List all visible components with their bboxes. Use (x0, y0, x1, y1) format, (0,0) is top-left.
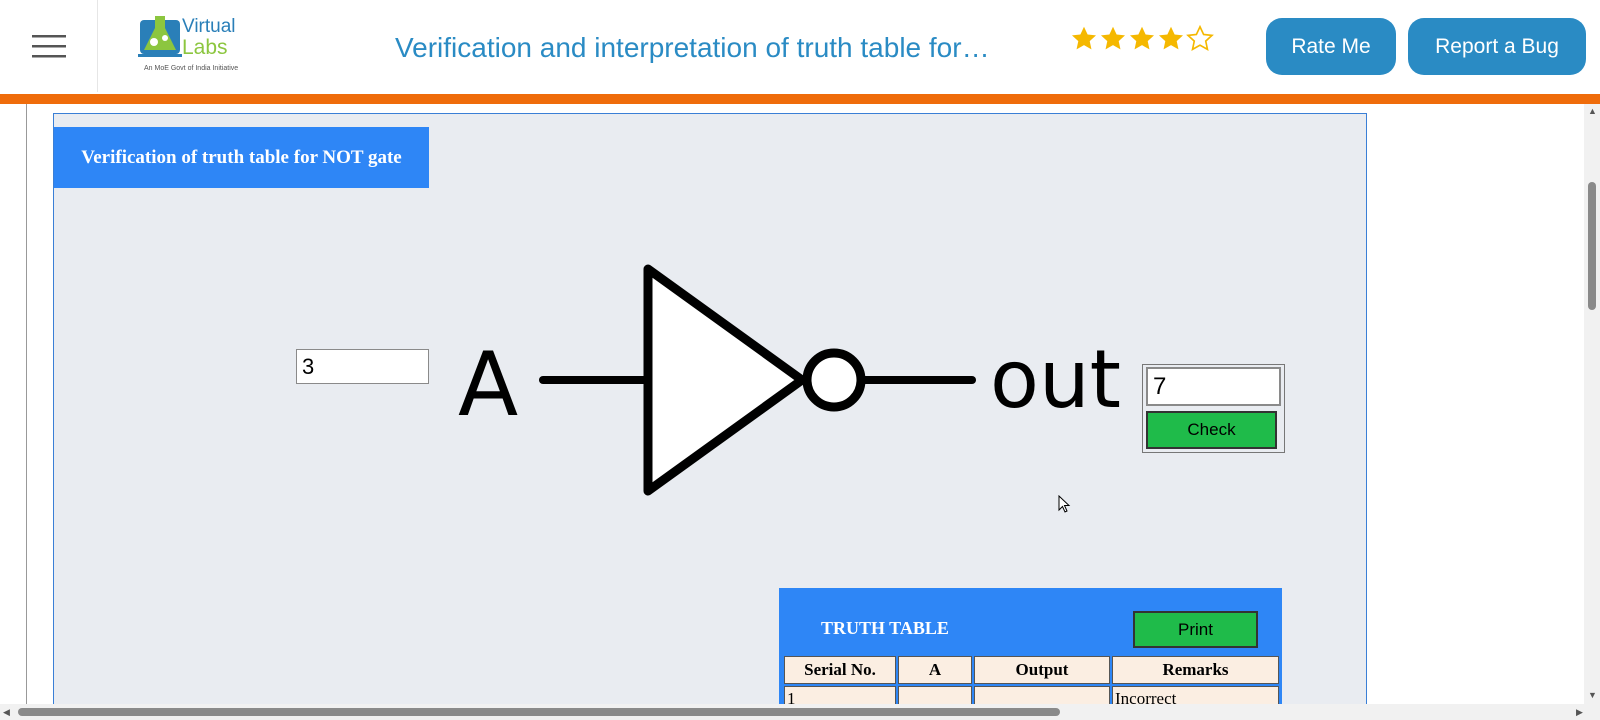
star-filled-icon[interactable] (1099, 25, 1127, 53)
column-header: Output (974, 656, 1110, 684)
truth-table: Serial No. A Output Remarks 1 Incorrect (782, 654, 1281, 704)
virtual-labs-logo[interactable]: Virtual Labs An MoE Govt of India Initia… (138, 14, 248, 78)
label-out: out (990, 333, 1121, 426)
header-bar: Virtual Labs An MoE Govt of India Initia… (0, 0, 1600, 94)
flask-icon (138, 16, 182, 57)
star-empty-icon[interactable] (1186, 25, 1214, 53)
left-divider (26, 104, 27, 704)
cell-serial: 1 (784, 686, 896, 704)
truth-table-title: TRUTH TABLE (821, 618, 949, 638)
print-button[interactable]: Print (1133, 611, 1258, 648)
label-a: A (458, 333, 518, 436)
vertical-scrollbar[interactable]: ▲ ▼ (1584, 104, 1600, 704)
inversion-bubble (802, 348, 866, 412)
experiment-heading: Verification of truth table for NOT gate (54, 127, 429, 188)
column-header: Remarks (1112, 656, 1279, 684)
truth-table-panel: TRUTH TABLE Print Serial No. A Output Re… (779, 588, 1282, 704)
vertical-scroll-thumb[interactable] (1588, 182, 1596, 310)
logo-text-virtual: Virtual (182, 16, 236, 37)
horizontal-scrollbar[interactable]: ◀ ▶ (0, 704, 1600, 720)
output-field[interactable] (1146, 367, 1281, 406)
logo-text-labs: Labs (182, 36, 228, 59)
column-header: A (898, 656, 972, 684)
scroll-right-icon[interactable]: ▶ (1576, 707, 1583, 718)
logo-tagline: An MoE Govt of India Initiative (144, 65, 239, 72)
star-filled-icon[interactable] (1157, 25, 1185, 53)
cell-a (898, 686, 972, 704)
scroll-down-icon[interactable]: ▼ (1588, 690, 1597, 700)
check-button[interactable]: Check (1146, 411, 1277, 449)
hamburger-menu-icon[interactable] (0, 0, 98, 92)
not-gate-diagram: A out (458, 264, 1121, 496)
report-bug-button[interactable]: Report a Bug (1408, 18, 1586, 75)
rating-stars[interactable] (1070, 25, 1214, 53)
table-row: 1 Incorrect (784, 686, 1279, 704)
mouse-cursor-icon (1058, 495, 1071, 513)
cell-remarks: Incorrect (1112, 686, 1279, 704)
input-a-field[interactable] (296, 349, 429, 384)
not-gate-triangle (643, 264, 807, 496)
rate-me-button[interactable]: Rate Me (1266, 18, 1396, 75)
scroll-left-icon[interactable]: ◀ (3, 707, 10, 718)
page-title: Verification and interpretation of truth… (395, 32, 990, 63)
horizontal-scroll-thumb[interactable] (18, 708, 1060, 716)
star-filled-icon[interactable] (1070, 25, 1098, 53)
star-filled-icon[interactable] (1128, 25, 1156, 53)
header-accent-bar (0, 94, 1600, 104)
scroll-up-icon[interactable]: ▲ (1588, 106, 1597, 116)
column-header: Serial No. (784, 656, 896, 684)
table-header-row: Serial No. A Output Remarks (784, 656, 1279, 684)
cell-output (974, 686, 1110, 704)
